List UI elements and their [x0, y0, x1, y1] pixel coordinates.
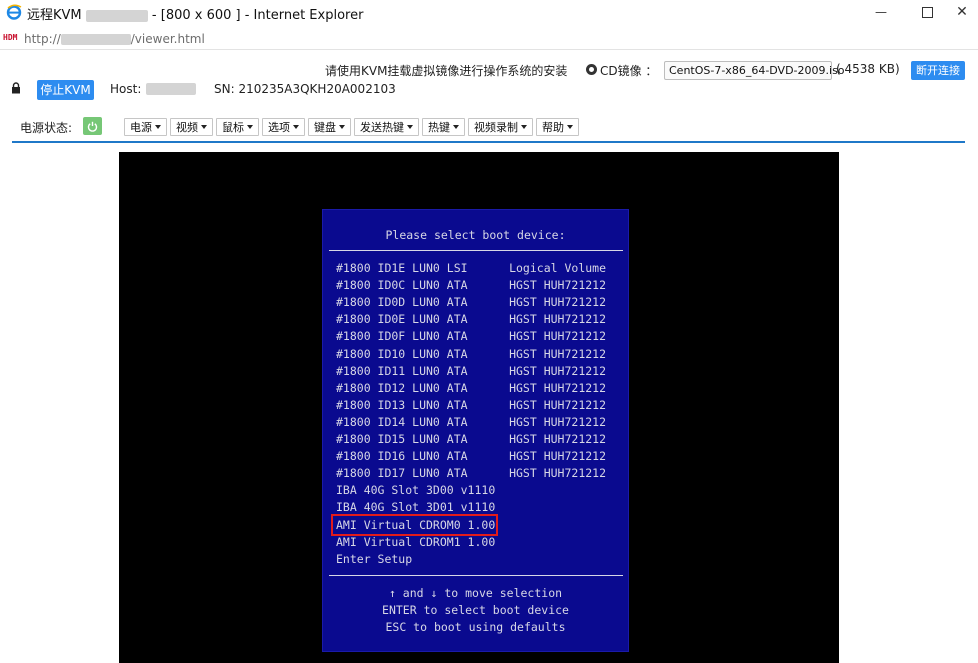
boot-device-item[interactable]: #1800 ID16 LUN0 ATA HGST HUH721212 [336, 448, 606, 464]
boot-device-item[interactable]: #1800 ID0E LUN0 ATA HGST HUH721212 [336, 311, 606, 327]
boot-device-item[interactable]: #1800 ID15 LUN0 ATA HGST HUH721212 [336, 431, 606, 447]
minimize-button[interactable]: — [858, 0, 904, 24]
iso-file-field[interactable]: CentOS-7-x86_64-DVD-2009.iso [664, 61, 845, 80]
boot-device-item[interactable]: #1800 ID12 LUN0 ATA HGST HUH721212 [336, 380, 606, 396]
caret-down-icon [567, 125, 573, 129]
boot-device-item[interactable]: Enter Setup [336, 551, 412, 567]
toolbar-divider [12, 141, 965, 143]
power-status-indicator[interactable] [83, 117, 102, 135]
caret-down-icon [155, 125, 161, 129]
boot-device-item[interactable]: #1800 ID0D LUN0 ATA HGST HUH721212 [336, 294, 606, 310]
boot-menu-divider [329, 250, 623, 251]
maximize-button[interactable] [904, 0, 950, 24]
menu-help[interactable]: 帮助 [536, 118, 579, 136]
boot-device-item[interactable]: #1800 ID10 LUN0 ATA HGST HUH721212 [336, 346, 606, 362]
menu-hotkey[interactable]: 热键 [422, 118, 465, 136]
caret-down-icon [521, 125, 527, 129]
maximize-icon [921, 6, 933, 18]
address-bar[interactable]: HDM http:///viewer.html [0, 30, 978, 50]
hdm-favicon-icon: HDM [3, 33, 18, 42]
stop-kvm-button[interactable]: 停止KVM [37, 80, 94, 100]
boot-device-item[interactable]: #1800 ID0F LUN0 ATA HGST HUH721212 [336, 328, 606, 344]
close-button[interactable]: ✕ [946, 0, 978, 24]
menu-keyboard[interactable]: 键盘 [308, 118, 351, 136]
window-title: 远程KVM - [800 x 600 ] - Internet Explorer [27, 8, 364, 23]
menu-options[interactable]: 选项 [262, 118, 305, 136]
menu-power[interactable]: 电源 [124, 118, 167, 136]
boot-device-item[interactable]: #1800 ID0C LUN0 ATA HGST HUH721212 [336, 277, 606, 293]
caret-down-icon [247, 125, 253, 129]
redacted-host-value [146, 83, 196, 95]
cd-image-label: CD镜像 ： [600, 64, 658, 78]
redacted-url [60, 34, 131, 45]
host-label: Host: [110, 82, 142, 96]
boot-device-item[interactable]: #1800 ID1E LUN0 LSI Logical Volume [336, 260, 606, 276]
caret-down-icon [293, 125, 299, 129]
lock-icon [12, 82, 20, 94]
menu-mouse[interactable]: 鼠标 [216, 118, 259, 136]
serial-number: SN: 210235A3QKH20A002103 [214, 82, 396, 96]
internet-explorer-icon [6, 4, 22, 20]
boot-device-item[interactable]: AMI Virtual CDROM1 1.00 [336, 534, 495, 550]
caret-down-icon [407, 125, 413, 129]
caret-down-icon [339, 125, 345, 129]
menu-send-hotkey[interactable]: 发送热键 [354, 118, 419, 136]
boot-device-item[interactable]: #1800 ID13 LUN0 ATA HGST HUH721212 [336, 397, 606, 413]
help-esc-defaults: ESC to boot using defaults [385, 620, 566, 634]
cd-icon [586, 64, 597, 75]
url-text[interactable]: http:///viewer.html [24, 32, 205, 46]
boot-menu-divider [329, 575, 623, 576]
boot-menu-title: Please select boot device: [385, 228, 566, 242]
boot-device-item[interactable]: #1800 ID17 LUN0 ATA HGST HUH721212 [336, 465, 606, 481]
menu-video-recording[interactable]: 视频录制 [468, 118, 533, 136]
boot-device-item[interactable]: #1800 ID14 LUN0 ATA HGST HUH721212 [336, 414, 606, 430]
boot-device-item[interactable]: IBA 40G Slot 3D01 v1110 [336, 499, 495, 515]
power-status-label: 电源状态: [20, 121, 73, 135]
kvm-viewer-screen[interactable]: Please select boot device: #1800 ID1E LU… [119, 152, 839, 663]
help-enter-select: ENTER to select boot device [382, 603, 569, 617]
boot-device-item[interactable]: IBA 40G Slot 3D00 v1110 [336, 482, 495, 498]
disconnect-button[interactable]: 断开连接 [911, 61, 965, 80]
iso-size: ( 4538 KB) [836, 62, 900, 76]
caret-down-icon [201, 125, 207, 129]
install-notice: 请使用KVM挂载虚拟镜像进行操作系统的安装 [325, 64, 568, 78]
boot-device-item-selected[interactable]: AMI Virtual CDROM0 1.00 [330, 513, 499, 536]
boot-menu-dialog: Please select boot device: #1800 ID1E LU… [322, 209, 629, 652]
help-move-selection: ↑ and ↓ to move selection [388, 586, 563, 600]
menu-video[interactable]: 视频 [170, 118, 213, 136]
caret-down-icon [453, 125, 459, 129]
power-icon [87, 121, 98, 132]
window-title-bar: 远程KVM - [800 x 600 ] - Internet Explorer… [0, 0, 978, 24]
redacted-host [85, 9, 148, 22]
boot-device-item[interactable]: #1800 ID11 LUN0 ATA HGST HUH721212 [336, 363, 606, 379]
